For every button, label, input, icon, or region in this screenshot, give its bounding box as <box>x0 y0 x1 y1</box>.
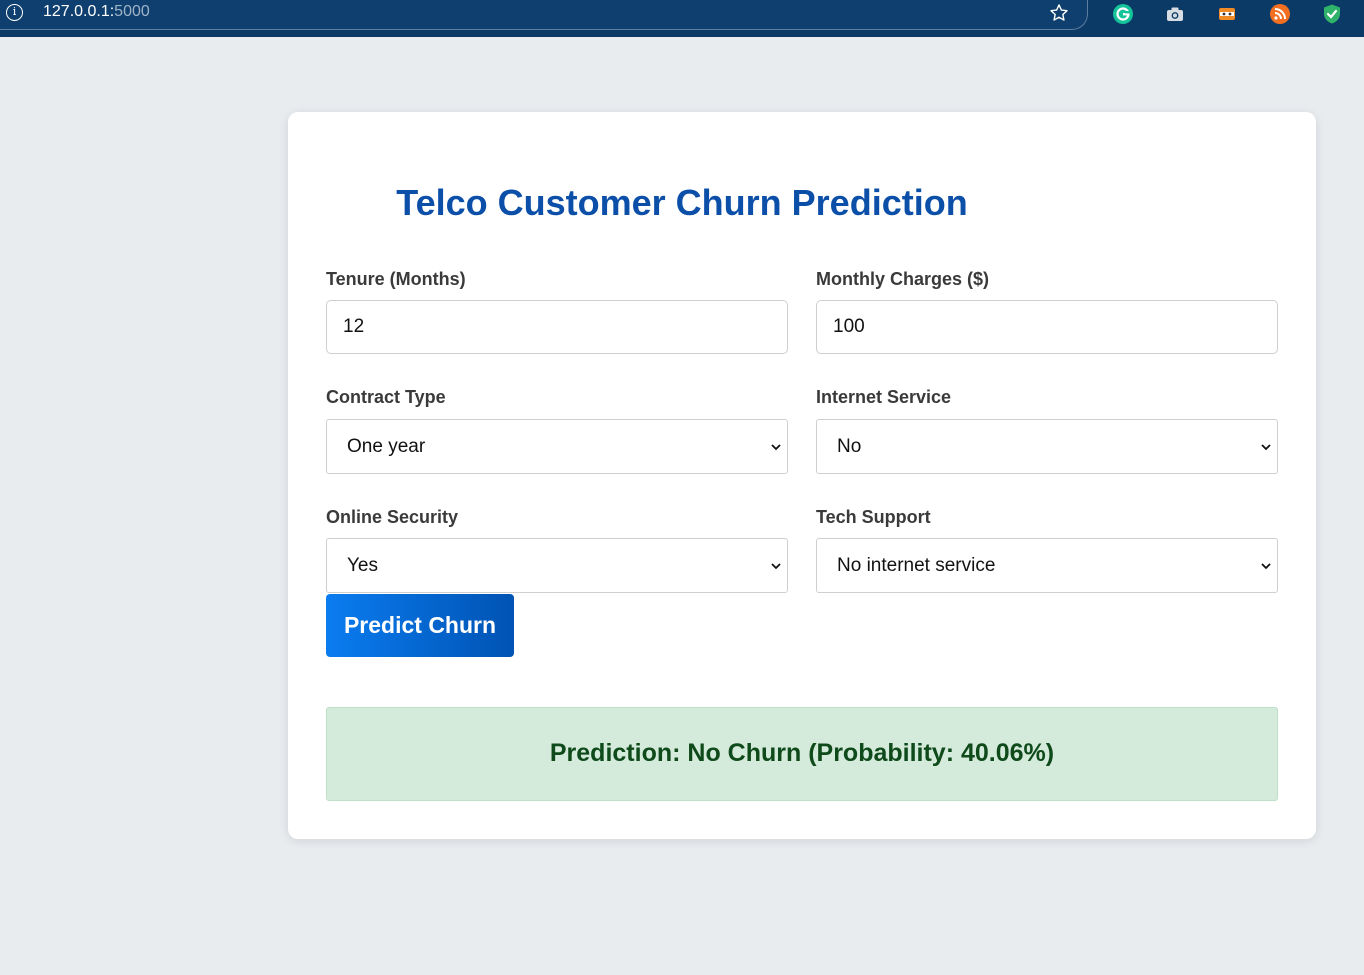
tenure-label: Tenure (Months) <box>326 269 466 289</box>
site-info-icon[interactable]: i <box>6 4 23 21</box>
tech-support-selected: No internet service <box>837 555 996 576</box>
internet-select[interactable]: No <box>816 419 1278 474</box>
url-text[interactable]: 127.0.0.1:5000 <box>43 3 150 21</box>
tenure-input[interactable]: 12 <box>326 300 788 354</box>
browser-toolbar: i 127.0.0.1:5000 <box>0 0 1364 37</box>
address-bar[interactable]: i 127.0.0.1:5000 <box>0 0 1088 30</box>
shield-check-icon[interactable] <box>1320 2 1344 26</box>
prediction-result: Prediction: No Churn (Probability: 40.06… <box>326 707 1278 801</box>
chevron-down-icon <box>771 444 781 451</box>
internet-label: Internet Service <box>816 387 952 407</box>
mask-icon[interactable] <box>1215 2 1239 26</box>
rss-icon[interactable] <box>1268 2 1292 26</box>
contract-selected: One year <box>347 436 426 457</box>
grammarly-icon[interactable] <box>1111 2 1135 26</box>
monthly-charges-input[interactable]: 100 <box>816 300 1278 354</box>
prediction-result-text: Prediction: No Churn (Probability: 40.06… <box>549 739 1055 767</box>
internet-selected: No <box>837 436 862 457</box>
chevron-down-icon <box>771 563 781 570</box>
tenure-value: 12 <box>343 316 365 337</box>
security-selected: Yes <box>347 555 378 576</box>
page-title: Telco Customer Churn Prediction <box>396 182 968 223</box>
contract-select[interactable]: One year <box>326 419 788 474</box>
predict-churn-button[interactable]: Predict Churn <box>326 594 514 657</box>
security-label: Online Security <box>326 507 459 527</box>
url-port: 5000 <box>114 3 150 20</box>
camera-icon[interactable] <box>1163 2 1187 26</box>
contract-label: Contract Type <box>326 387 446 407</box>
url-host: 127.0.0.1: <box>43 3 115 20</box>
bookmark-star-icon[interactable] <box>1048 2 1070 24</box>
tech-support-select[interactable]: No internet service <box>816 538 1278 593</box>
monthly-charges-value: 100 <box>833 316 865 337</box>
chevron-down-icon <box>1261 563 1271 570</box>
tech-support-label: Tech Support <box>816 507 931 527</box>
security-select[interactable]: Yes <box>326 538 788 593</box>
chevron-down-icon <box>1261 444 1271 451</box>
monthly-charges-label: Monthly Charges ($) <box>816 269 990 289</box>
